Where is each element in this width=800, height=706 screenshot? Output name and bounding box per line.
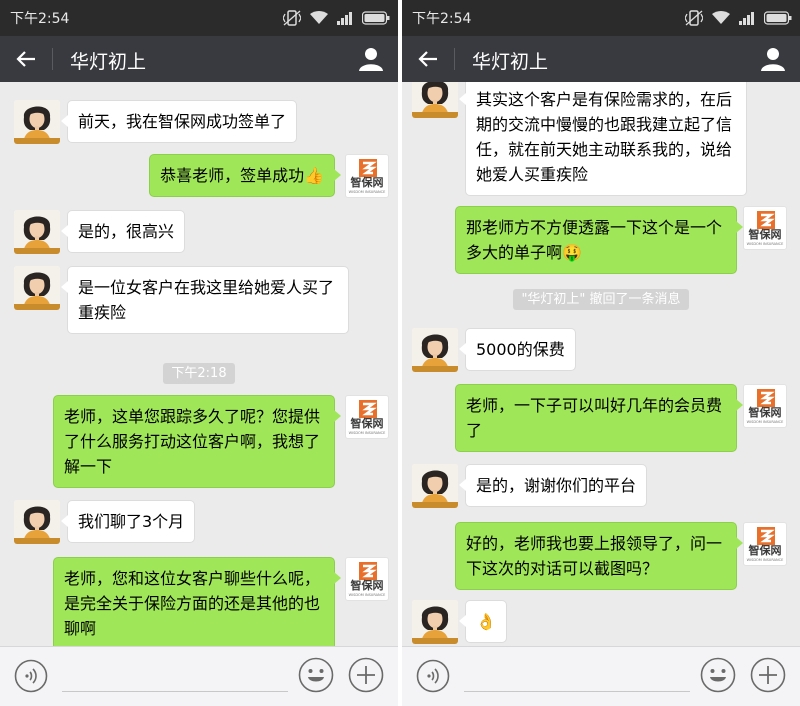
- person-icon[interactable]: [760, 46, 786, 72]
- incoming-message[interactable]: 是的，很高兴: [60, 210, 186, 253]
- emoji-icon[interactable]: [700, 657, 736, 693]
- incoming-message[interactable]: 前天，我在智保网成功签单了: [60, 100, 298, 143]
- voice-icon[interactable]: [14, 659, 48, 693]
- back-arrow-icon[interactable]: [14, 47, 38, 71]
- contact-avatar[interactable]: [412, 82, 458, 118]
- input-bar: [402, 646, 800, 706]
- back-arrow-icon[interactable]: [416, 47, 440, 71]
- outgoing-message[interactable]: 恭喜老师，签单成功👍: [149, 154, 341, 197]
- brand-subtitle: WISDOM INSURANCE: [746, 242, 784, 246]
- brand-subtitle: WISDOM INSURANCE: [348, 431, 386, 435]
- brand-logo-icon: [358, 399, 378, 419]
- brand-name: 智保网: [748, 228, 782, 241]
- header-divider: [52, 48, 53, 70]
- contact-avatar[interactable]: [412, 328, 458, 372]
- chat-header: 华灯初上: [0, 36, 398, 82]
- brand-name: 智保网: [748, 544, 782, 557]
- incoming-message[interactable]: 我们聊了3个月: [60, 500, 196, 543]
- brand-logo-icon: [756, 526, 776, 546]
- signal-icon: [739, 12, 754, 25]
- input-bar: [0, 646, 398, 706]
- contact-avatar[interactable]: [14, 100, 60, 144]
- incoming-message[interactable]: 👌: [459, 600, 507, 643]
- brand-name: 智保网: [350, 176, 384, 189]
- contact-avatar[interactable]: [14, 266, 60, 310]
- contact-avatar[interactable]: [412, 600, 458, 644]
- status-bar: 下午2:54: [402, 0, 800, 36]
- brand-avatar[interactable]: 智保网 WISDOM INSURANCE: [345, 557, 389, 601]
- status-time: 下午2:54: [412, 11, 472, 27]
- contact-avatar[interactable]: [14, 500, 60, 544]
- person-icon[interactable]: [358, 46, 384, 72]
- brand-name: 智保网: [350, 417, 384, 430]
- brand-logo-icon: [358, 158, 378, 178]
- chat-header: 华灯初上: [402, 36, 800, 82]
- vibrate-icon: [283, 10, 301, 26]
- brand-name: 智保网: [748, 406, 782, 419]
- brand-avatar[interactable]: 智保网 WISDOM INSURANCE: [743, 206, 787, 250]
- chat-title: 华灯初上: [472, 51, 549, 73]
- battery-icon: [362, 11, 390, 25]
- plus-icon[interactable]: [348, 657, 384, 693]
- incoming-message[interactable]: 是一位女客户在我这里给她爱人买了重疾险: [61, 266, 349, 334]
- brand-avatar[interactable]: 智保网 WISDOM INSURANCE: [345, 154, 389, 198]
- brand-avatar[interactable]: 智保网 WISDOM INSURANCE: [743, 522, 787, 566]
- brand-subtitle: WISDOM INSURANCE: [746, 558, 784, 562]
- outgoing-message[interactable]: 老师，这单您跟踪多久了呢？您提供了什么服务打动这位客户啊，我想了解一下: [53, 395, 341, 488]
- incoming-message[interactable]: 其实这个客户是有保险需求的，在后期的交流中慢慢的也跟我建立起了信任，就在前天她主…: [459, 82, 747, 196]
- time-label: 下午2:18: [163, 363, 235, 384]
- outgoing-message[interactable]: 老师，您和这位女客户聊些什么呢，是完全关于保险方面的还是其他的也聊啊: [53, 557, 341, 646]
- status-time: 下午2:54: [10, 11, 70, 27]
- contact-avatar[interactable]: [412, 464, 458, 508]
- voice-icon[interactable]: [416, 659, 450, 693]
- header-divider: [454, 48, 455, 70]
- chat-title: 华灯初上: [70, 51, 147, 73]
- brand-logo-icon: [756, 388, 776, 408]
- battery-icon: [764, 11, 792, 25]
- right-screenshot: 下午2:54 华灯初上 其实这个客户是有保险需求的，在后期的交流中慢慢的也跟我建…: [402, 0, 800, 706]
- brand-subtitle: WISDOM INSURANCE: [348, 593, 386, 597]
- wifi-icon: [712, 11, 730, 24]
- brand-subtitle: WISDOM INSURANCE: [746, 420, 784, 424]
- emoji-icon[interactable]: [298, 657, 334, 693]
- signal-icon: [337, 12, 352, 25]
- status-bar: 下午2:54: [0, 0, 398, 36]
- brand-avatar[interactable]: 智保网 WISDOM INSURANCE: [345, 395, 389, 439]
- outgoing-message[interactable]: 好的，老师我也要上报领导了，问一下这次的对话可以截图吗？: [455, 522, 743, 590]
- message-list[interactable]: 前天，我在智保网成功签单了 智保网 WISDOM INSURANCE 恭喜老师，…: [0, 82, 398, 646]
- brand-name: 智保网: [350, 579, 384, 592]
- plus-icon[interactable]: [750, 657, 786, 693]
- time-separator: 下午2:18: [0, 362, 398, 384]
- brand-avatar[interactable]: 智保网 WISDOM INSURANCE: [743, 384, 787, 428]
- wifi-icon: [310, 11, 328, 24]
- outgoing-message[interactable]: 老师，一下子可以叫好几年的会员费了: [455, 384, 743, 452]
- contact-avatar[interactable]: [14, 210, 60, 254]
- outgoing-message[interactable]: 那老师方不方便透露一下这个是一个多大的单子啊🤑: [455, 206, 743, 274]
- vibrate-icon: [685, 10, 703, 26]
- message-input[interactable]: [62, 691, 288, 692]
- recall-notice: "华灯初上" 撤回了一条消息: [402, 288, 800, 310]
- recall-notice-text: "华灯初上" 撤回了一条消息: [513, 289, 689, 310]
- incoming-message[interactable]: 是的，谢谢你们的平台: [458, 464, 648, 507]
- left-screenshot: 下午2:54 华灯初上 前天，我在智保网成功签单了 智保网 WISDOM INS…: [0, 0, 398, 706]
- message-list[interactable]: 其实这个客户是有保险需求的，在后期的交流中慢慢的也跟我建立起了信任，就在前天她主…: [402, 82, 800, 646]
- message-input[interactable]: [464, 691, 690, 692]
- brand-logo-icon: [358, 561, 378, 581]
- brand-subtitle: WISDOM INSURANCE: [348, 190, 386, 194]
- brand-logo-icon: [756, 210, 776, 230]
- incoming-message[interactable]: 5000的保费: [459, 328, 576, 371]
